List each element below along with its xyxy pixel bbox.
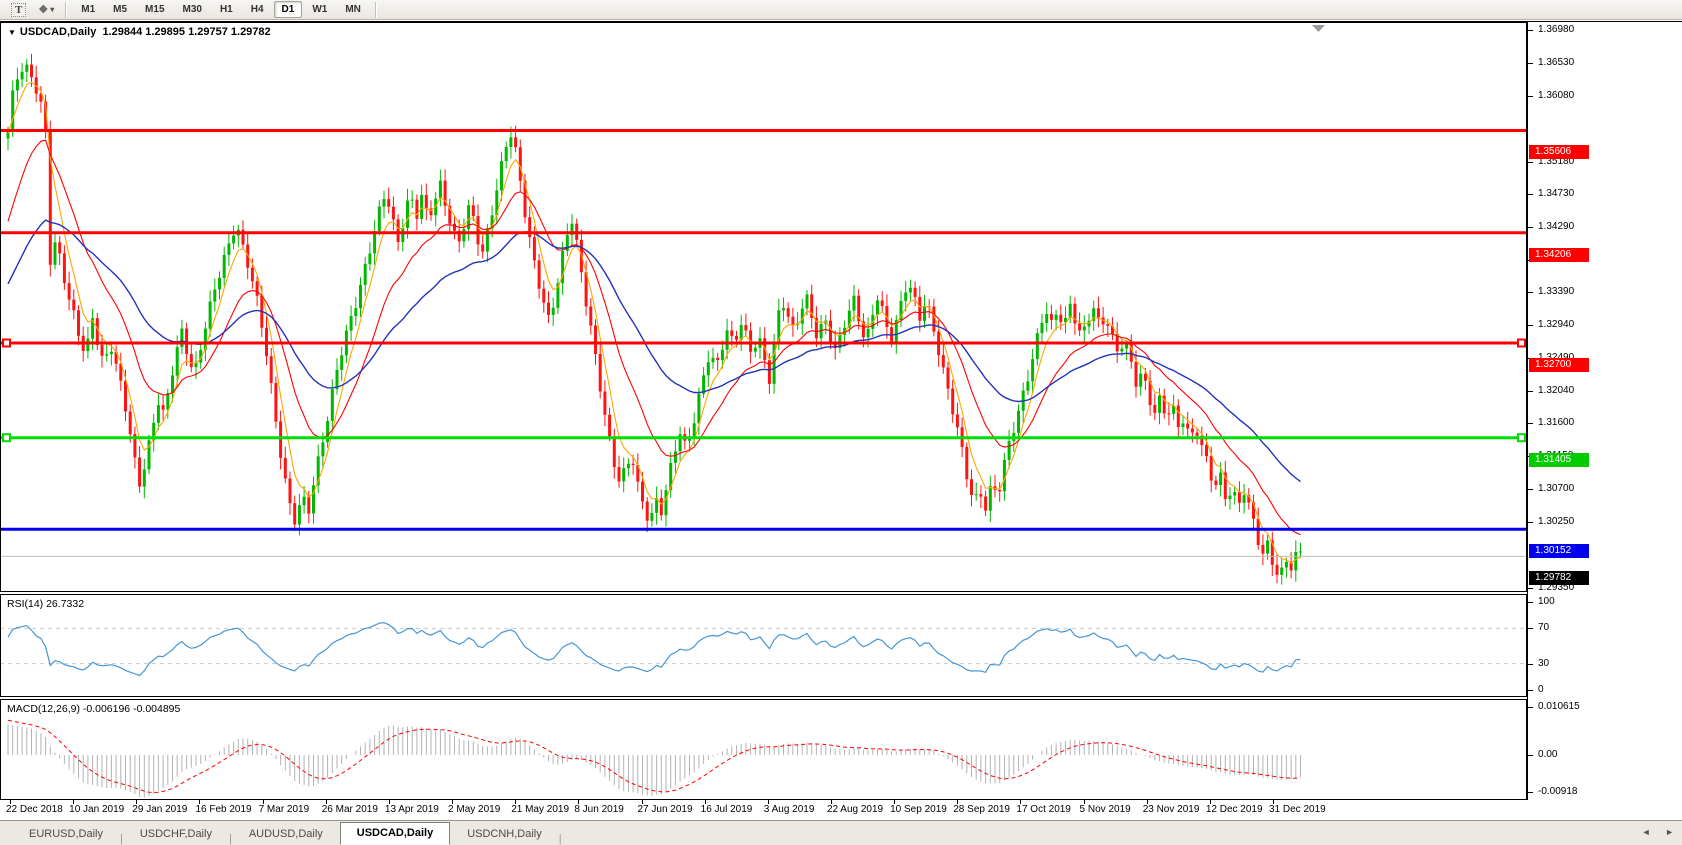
rsi-tick-0: 0 (1528, 683, 1682, 697)
date-label: 16 Jul 2019 (701, 804, 753, 815)
date-label: 8 Jun 2019 (574, 804, 624, 815)
date-label: 7 Mar 2019 (259, 804, 310, 815)
price-axis[interactable]: 1.369801.365301.360801.351801.347301.342… (1527, 22, 1682, 800)
timeframe-button-H1[interactable]: H1 (212, 1, 241, 18)
tab-eurusd[interactable]: EURUSD,Daily (12, 824, 120, 845)
price-tick-1.31600: 1.31600 (1528, 416, 1682, 430)
chevron-down-icon: ▾ (50, 5, 54, 14)
date-axis[interactable]: 22 Dec 2018 10 Jan 2019 29 Jan 2019 16 Feb … (0, 800, 1682, 819)
price-tick-1.34730: 1.34730 (1528, 187, 1682, 201)
tab-separator: | (559, 830, 562, 845)
price-tick-1.32940: 1.32940 (1528, 318, 1682, 332)
date-label: 27 Jun 2019 (638, 804, 693, 815)
rsi-tick-30: 30 (1528, 657, 1682, 671)
date-label: 5 Nov 2019 (1080, 804, 1131, 815)
price-tick-1.34290: 1.34290 (1528, 220, 1682, 234)
current-price-box: 1.29782 (1529, 571, 1589, 585)
hline-price-box-1.30152: 1.30152 (1529, 544, 1589, 558)
objects-tool-button[interactable]: ❖ ▾ (33, 1, 59, 18)
rsi-tick-70: 70 (1528, 621, 1682, 635)
timeframe-button-W1[interactable]: W1 (304, 1, 335, 18)
toolbar: T ❖ ▾ M1M5M15M30H1H4D1W1MN (0, 0, 1682, 20)
hline-price-box-1.34206: 1.34206 (1529, 248, 1589, 262)
price-tick-1.30250: 1.30250 (1528, 515, 1682, 529)
date-label: 12 Dec 2019 (1206, 804, 1263, 815)
date-label: 10 Sep 2019 (890, 804, 947, 815)
macd-panel[interactable] (0, 699, 1527, 800)
timeframe-button-H4[interactable]: H4 (243, 1, 272, 18)
date-label: 21 May 2019 (511, 804, 569, 815)
toolbar-separator (375, 2, 377, 18)
price-tick-1.36080: 1.36080 (1528, 89, 1682, 103)
rsi-panel[interactable] (0, 594, 1527, 697)
rsi-tick-100: 100 (1528, 595, 1682, 609)
price-tick-1.30700: 1.30700 (1528, 482, 1682, 496)
hline-price-box-1.35606: 1.35606 (1529, 145, 1589, 159)
macd-tick-0.00: 0.00 (1528, 748, 1682, 762)
date-label: 28 Sep 2019 (953, 804, 1010, 815)
date-label: 2 May 2019 (448, 804, 500, 815)
date-label: 22 Aug 2019 (827, 804, 883, 815)
text-tool-icon: T (11, 3, 26, 17)
date-label: 23 Nov 2019 (1143, 804, 1200, 815)
price-tick-1.32040: 1.32040 (1528, 384, 1682, 398)
ohlc-text: USDCAD,Daily 1.29844 1.29895 1.29757 1.2… (20, 26, 271, 38)
toolbar-separator (65, 2, 67, 18)
date-label: 26 Mar 2019 (322, 804, 378, 815)
date-label: 13 Apr 2019 (385, 804, 439, 815)
date-label: 22 Dec 2018 (6, 804, 63, 815)
timeframe-button-M5[interactable]: M5 (105, 1, 135, 18)
text-tool-button[interactable]: T (6, 1, 31, 18)
macd-tick--0.00918: -0.00918 (1528, 785, 1682, 799)
macd-tick-0.010615: 0.010615 (1528, 700, 1682, 714)
rsi-label: RSI(14) 26.7332 (7, 598, 84, 610)
timeframe-button-MN[interactable]: MN (337, 1, 369, 18)
hline-price-box-1.32700: 1.32700 (1529, 358, 1589, 372)
chart-tab-bar: EURUSD,Daily|USDCHF,Daily|AUDUSD,DailyUS… (0, 820, 1682, 845)
date-label: 29 Jan 2019 (132, 804, 187, 815)
timeframe-button-M30[interactable]: M30 (175, 1, 210, 18)
ohlc-header: ▼ USDCAD,Daily 1.29844 1.29895 1.29757 1.… (8, 26, 271, 38)
tab-usdcad[interactable]: USDCAD,Daily (340, 822, 450, 845)
price-tick-1.36530: 1.36530 (1528, 56, 1682, 70)
objects-icon: ❖ (38, 3, 48, 16)
timeframe-group: M1M5M15M30H1H4D1W1MN (72, 1, 370, 18)
date-label: 17 Oct 2019 (1016, 804, 1070, 815)
tab-usdchf[interactable]: USDCHF,Daily (123, 824, 229, 845)
tab-audusd[interactable]: AUDUSD,Daily (232, 824, 340, 845)
date-label: 31 Dec 2019 (1269, 804, 1326, 815)
tab-scroll-left-icon[interactable]: ◄ (1642, 827, 1651, 837)
date-label: 10 Jan 2019 (69, 804, 124, 815)
date-label: 3 Aug 2019 (764, 804, 815, 815)
tab-scroll-arrows: ◄ ► (1630, 827, 1674, 837)
date-label: 16 Feb 2019 (195, 804, 251, 815)
hline-price-box-1.31405: 1.31405 (1529, 453, 1589, 467)
macd-label: MACD(12,26,9) -0.006196 -0.004895 (7, 703, 180, 715)
timeframe-button-D1[interactable]: D1 (274, 1, 303, 18)
tab-scroll-right-icon[interactable]: ► (1665, 827, 1674, 837)
tab-usdcnh[interactable]: USDCNH,Daily (450, 824, 559, 845)
price-tick-1.33390: 1.33390 (1528, 285, 1682, 299)
timeframe-button-M15[interactable]: M15 (137, 1, 172, 18)
mt4-window: T ❖ ▾ M1M5M15M30H1H4D1W1MN ▼ USDCAD,Daily… (0, 0, 1682, 845)
chevron-down-icon: ▼ (8, 28, 16, 37)
timeframe-button-M1[interactable]: M1 (73, 1, 103, 18)
price-tick-1.36980: 1.36980 (1528, 23, 1682, 37)
main-chart-panel[interactable] (0, 22, 1527, 592)
